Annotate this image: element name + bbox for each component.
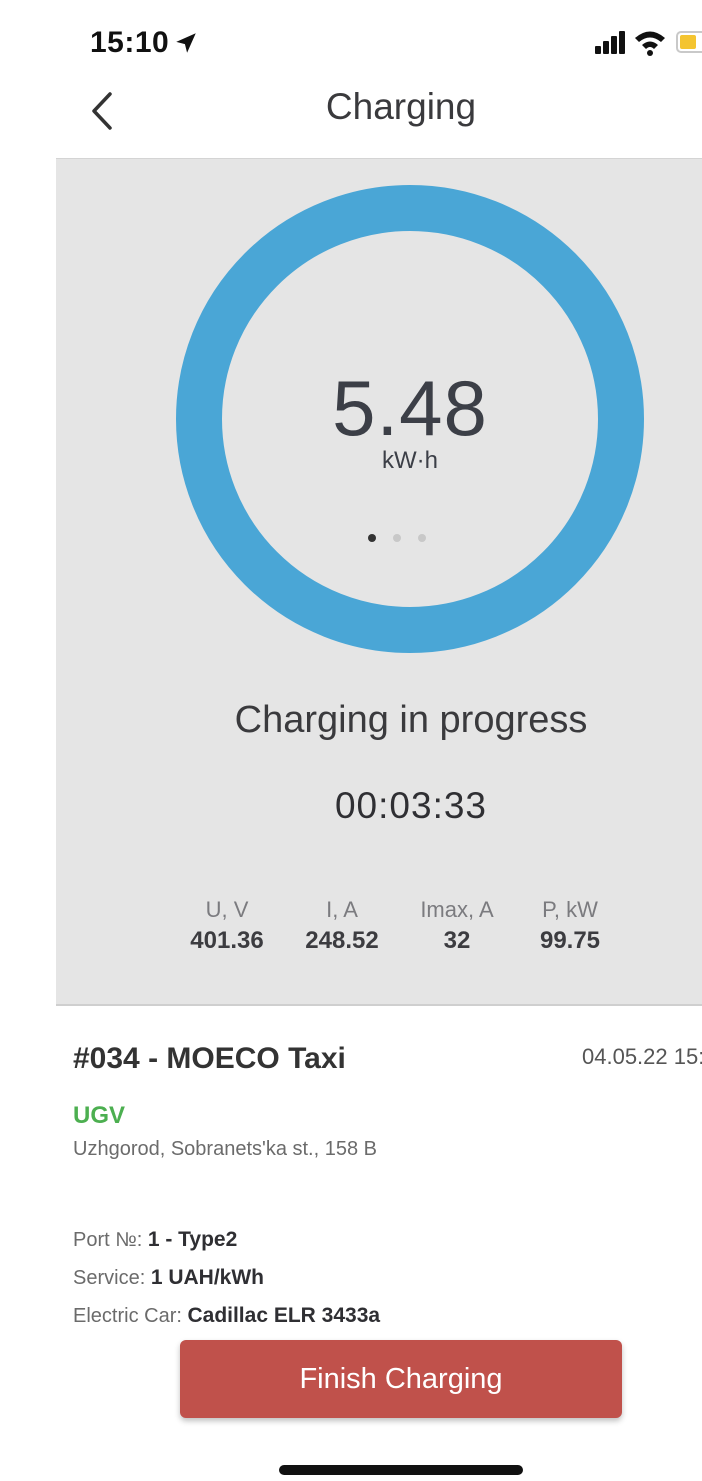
energy-unit: kW·h — [382, 447, 438, 474]
elapsed-timer: 00:03:33 — [334, 785, 488, 826]
port-detail: Port №: 1 - Type2 — [73, 1228, 237, 1252]
metric-label: P, kW — [542, 897, 598, 922]
metrics-row: U, V 401.36 I, A 248.52 Imax, A 32 P, kW… — [56, 897, 702, 967]
status-bar: 15:10 — [0, 0, 702, 80]
page-indicator[interactable] — [368, 534, 428, 546]
car-detail: Electric Car: Cadillac ELR 3433a — [73, 1304, 380, 1328]
nav-bar: Charging — [0, 72, 702, 158]
cellular-signal-icon — [595, 31, 625, 54]
operator-name: UGV — [73, 1102, 126, 1129]
battery-icon — [676, 31, 702, 53]
charging-panel: 5.48 kW·h Charging in progress 00:03:33 … — [56, 158, 702, 1006]
page-dot-2[interactable] — [393, 534, 401, 542]
service-value: 1 UAH/kWh — [150, 1266, 264, 1289]
metric-current: I, A 248.52 — [287, 897, 397, 955]
home-indicator[interactable] — [279, 1465, 523, 1475]
status-time: 15:10 — [90, 26, 170, 59]
port-label: Port №: — [73, 1229, 143, 1251]
finish-charging-button[interactable]: Finish Charging — [180, 1340, 622, 1418]
metric-max-current: Imax, A 32 — [402, 897, 512, 955]
page-title: Charging — [325, 86, 477, 127]
metric-power: P, kW 99.75 — [515, 897, 625, 955]
page-dot-1[interactable] — [368, 534, 376, 542]
service-label: Service: — [73, 1267, 146, 1289]
car-label: Electric Car: — [73, 1305, 182, 1327]
port-value: 1 - Type2 — [147, 1228, 238, 1251]
energy-value: 5.48 — [332, 364, 488, 452]
station-address: Uzhgorod, Sobranets'ka st., 158 B — [73, 1138, 377, 1160]
service-detail: Service: 1 UAH/kWh — [73, 1266, 264, 1290]
metric-value: 32 — [443, 927, 471, 954]
station-name: #034 - MOECO Taxi — [73, 1042, 346, 1075]
wifi-icon — [635, 31, 665, 56]
metric-label: U, V — [205, 897, 249, 922]
location-arrow-icon — [176, 33, 196, 53]
car-value: Cadillac ELR 3433a — [187, 1304, 381, 1327]
metric-label: I, A — [326, 897, 358, 922]
session-date: 04.05.22 15: — [582, 1044, 702, 1069]
metric-value: 99.75 — [539, 927, 601, 954]
page-dot-3[interactable] — [418, 534, 426, 542]
charging-status: Charging in progress — [234, 699, 588, 741]
metric-voltage: U, V 401.36 — [172, 897, 282, 955]
metric-value: 401.36 — [190, 927, 264, 954]
metric-value: 248.52 — [305, 927, 379, 954]
metric-label: Imax, A — [420, 897, 494, 922]
